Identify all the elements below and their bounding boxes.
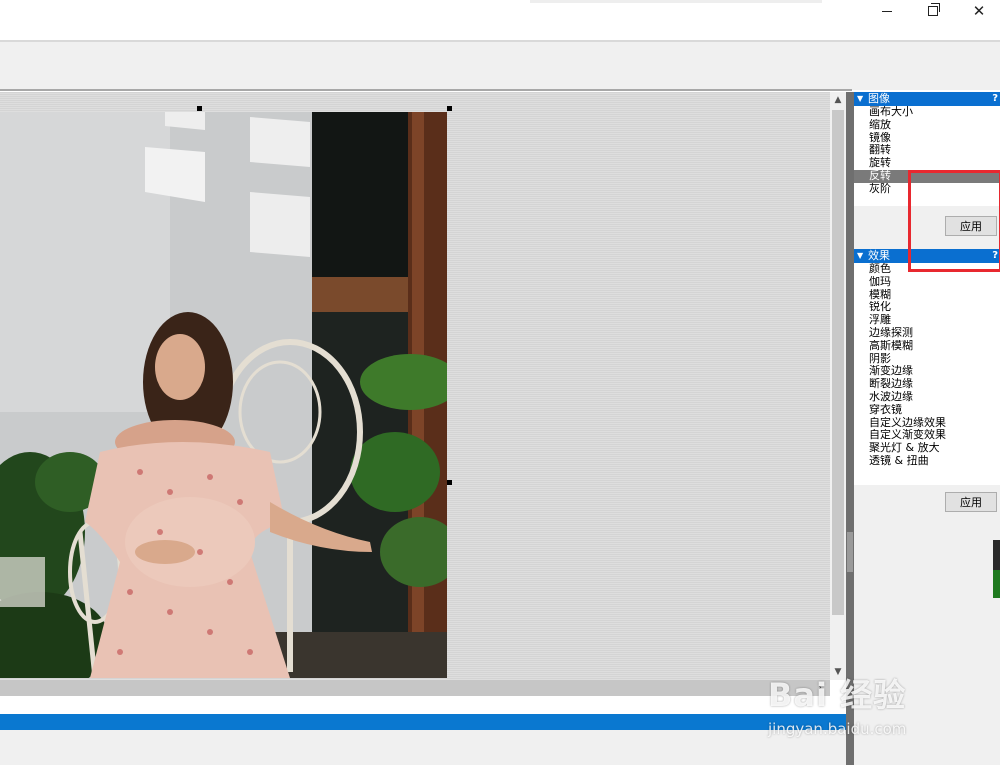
effect-item[interactable]: 浮雕 [854,314,1000,327]
level-meter-bg [993,540,1000,570]
title-bar: ✕ [0,0,1000,40]
collapse-icon: ▼ [857,251,864,260]
highlight-box [908,170,1000,272]
image-section-title: 图像 [868,92,890,105]
minimize-button[interactable] [864,0,910,22]
watermark-brand: Bai 经验 [768,676,907,714]
effect-item[interactable]: 聚光灯 & 放大 [854,442,1000,455]
status-area [0,696,846,714]
image-op-item[interactable]: 翻转 [854,144,1000,157]
image-op-item[interactable]: 画布大小 [854,106,1000,119]
scroll-thumb[interactable] [832,110,844,615]
effect-item[interactable]: 边缘探测 [854,327,1000,340]
effect-item[interactable]: 伽玛 [854,276,1000,289]
vertical-scrollbar[interactable]: ▲ ▼ [830,92,846,680]
effect-item[interactable]: 渐变边缘 [854,365,1000,378]
effect-item[interactable]: 锐化 [854,301,1000,314]
toolbar [0,42,1000,90]
resize-handle[interactable] [197,106,202,111]
collapse-icon: ▼ [857,94,864,103]
image-op-item[interactable]: 镜像 [854,132,1000,145]
help-icon[interactable]: ? [992,92,998,106]
watermark: Bai 经验 jingyan.baidu.com [768,656,968,746]
resize-handle[interactable] [447,480,452,485]
image-op-item[interactable]: 旋转 [854,157,1000,170]
splitter-grip[interactable] [847,532,853,572]
effect-item[interactable]: 水波边缘 [854,391,1000,404]
minimize-icon [882,10,892,12]
watermark-url: jingyan.baidu.com [768,720,907,738]
level-meter [993,570,1000,598]
image-section-header[interactable]: ▼ 图像 ? [854,92,1000,106]
horizontal-scrollbar[interactable]: › [0,680,830,696]
scroll-up-icon[interactable]: ▲ [830,92,846,108]
image-op-item[interactable]: 缩放 [854,119,1000,132]
close-icon: ✕ [972,2,986,20]
effect-item[interactable]: 自定义渐变效果 [854,429,1000,442]
effect-item[interactable]: 透镜 & 扭曲 [854,455,1000,468]
effect-item[interactable]: 模糊 [854,289,1000,302]
effects-section-title: 效果 [868,249,890,262]
effect-item[interactable]: 自定义边缘效果 [854,417,1000,430]
effect-item[interactable]: 断裂边缘 [854,378,1000,391]
photo-image [0,112,447,678]
effects-list: 颜色 伽玛 模糊 锐化 浮雕 边缘探测 高斯模糊 阴影 渐变边缘 断裂边缘 水波… [854,263,1000,485]
resize-handle[interactable] [447,106,452,111]
photo-picture [0,112,447,678]
close-button[interactable]: ✕ [956,0,1000,22]
effect-item[interactable]: 穿衣镜 [854,404,1000,417]
effect-item[interactable]: 阴影 [854,353,1000,366]
bottom-area [0,730,846,765]
effect-item[interactable]: 高斯模糊 [854,340,1000,353]
apply-effects-button[interactable]: 应用 [945,492,997,512]
restore-button[interactable] [910,0,956,22]
title-field [530,0,822,3]
restore-icon [928,3,940,16]
progress-bar [0,714,846,730]
divider [0,89,852,91]
